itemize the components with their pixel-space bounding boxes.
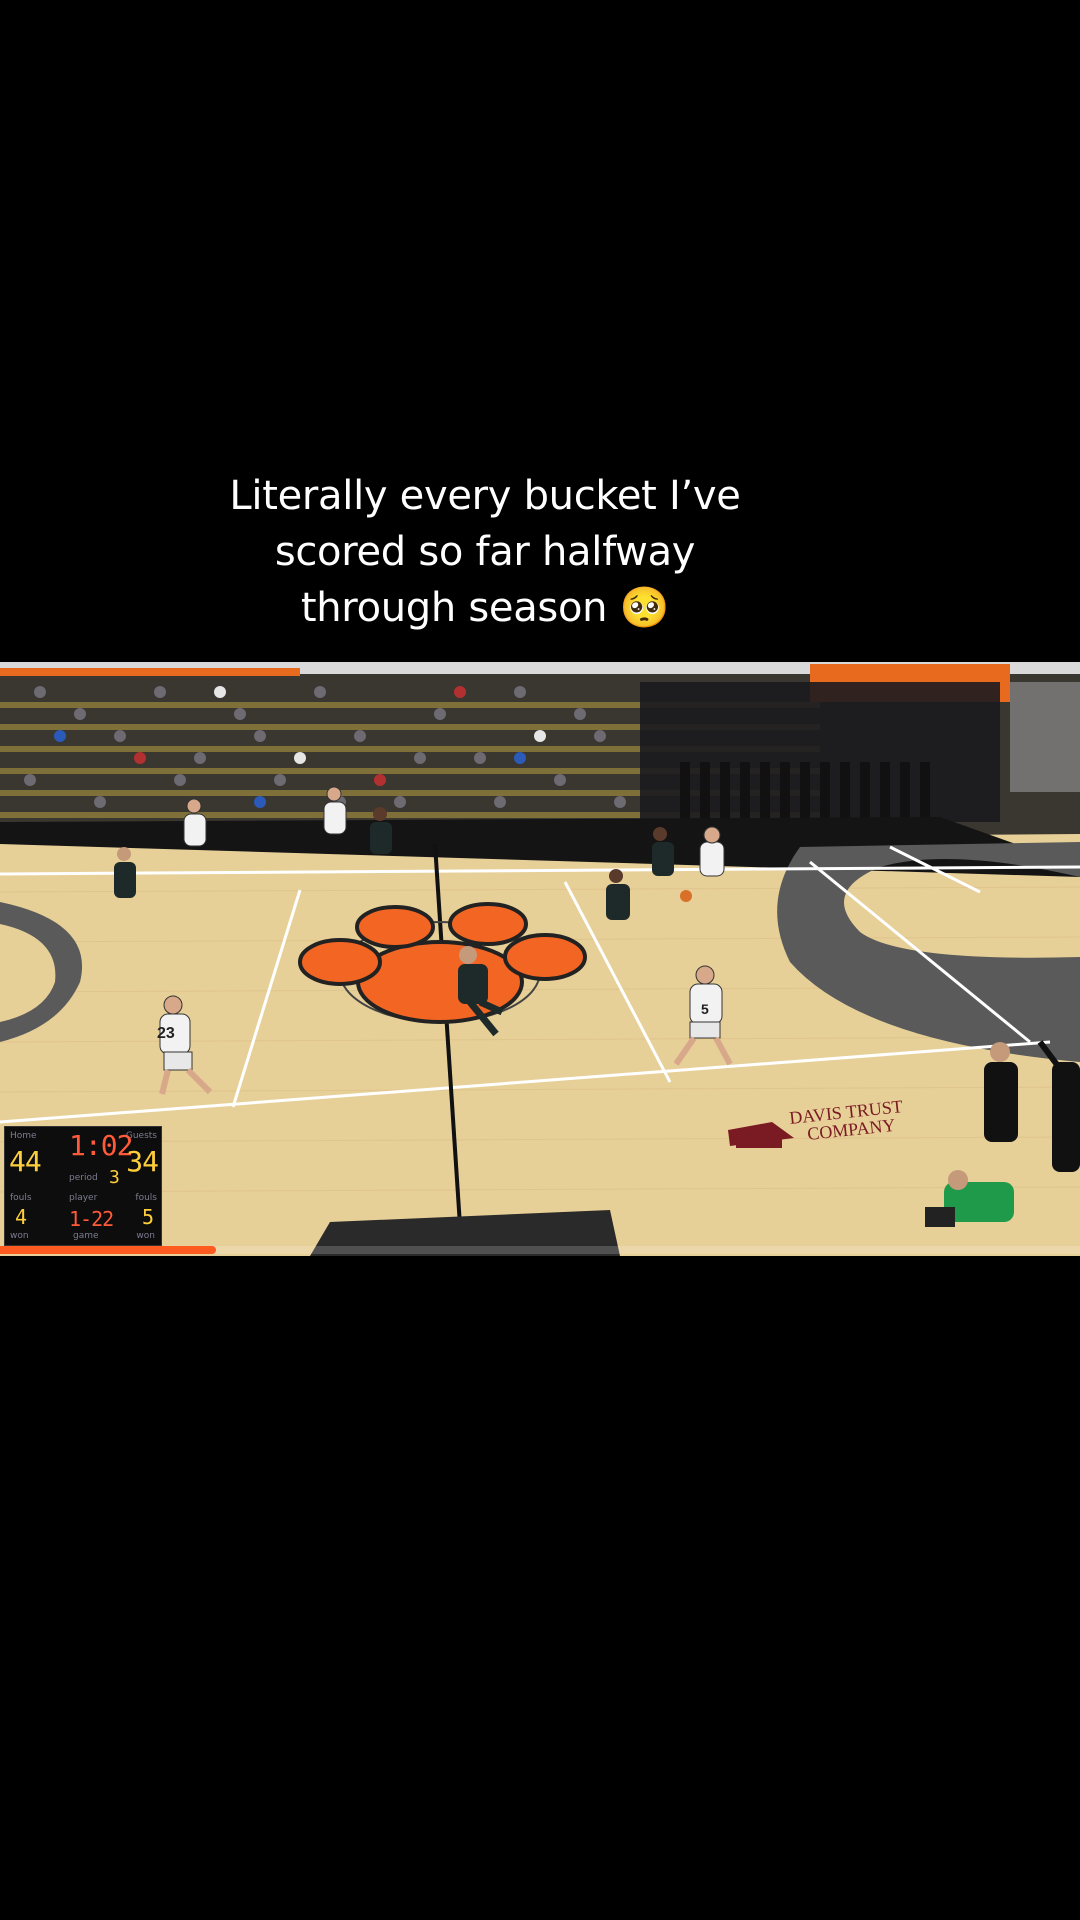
guests-score: 34 (126, 1145, 159, 1178)
fouls-label-guests: fouls (135, 1193, 157, 1203)
period-value: 3 (109, 1167, 120, 1188)
svg-text:5: 5 (701, 1001, 709, 1017)
home-label: Home (10, 1131, 37, 1141)
caption-line-2: scored so far halfway (274, 529, 696, 575)
player-fouls: 1-22 (69, 1207, 114, 1231)
basketball-court-scene: DAVIS TRUST COMPANY 23 5 (0, 662, 1080, 1256)
caption-line-3: through season 🥺 (300, 585, 670, 631)
won-label-guests: won (136, 1231, 155, 1241)
game-label: game (73, 1231, 99, 1241)
video-frame[interactable]: DAVIS TRUST COMPANY 23 5 (0, 662, 1080, 1256)
caption-line-1: Literally every bucket I’ve (229, 473, 741, 519)
player-label: player (69, 1193, 98, 1203)
home-score: 44 (9, 1145, 42, 1178)
scoreboard: Home Guests 44 1:02 34 period 3 fouls pl… (4, 1126, 162, 1246)
video-progress-fill (0, 1246, 216, 1254)
video-caption: Literally every bucket I’ve scored so fa… (160, 468, 810, 636)
period-label: period (69, 1173, 98, 1183)
video-progress-track[interactable] (0, 1246, 1080, 1254)
home-fouls: 4 (15, 1205, 27, 1229)
fouls-label-home: fouls (10, 1193, 32, 1203)
game-clock: 1:02 (69, 1129, 133, 1162)
guests-fouls: 5 (141, 1205, 154, 1229)
svg-text:23: 23 (157, 1025, 175, 1042)
won-label-home: won (10, 1231, 29, 1241)
